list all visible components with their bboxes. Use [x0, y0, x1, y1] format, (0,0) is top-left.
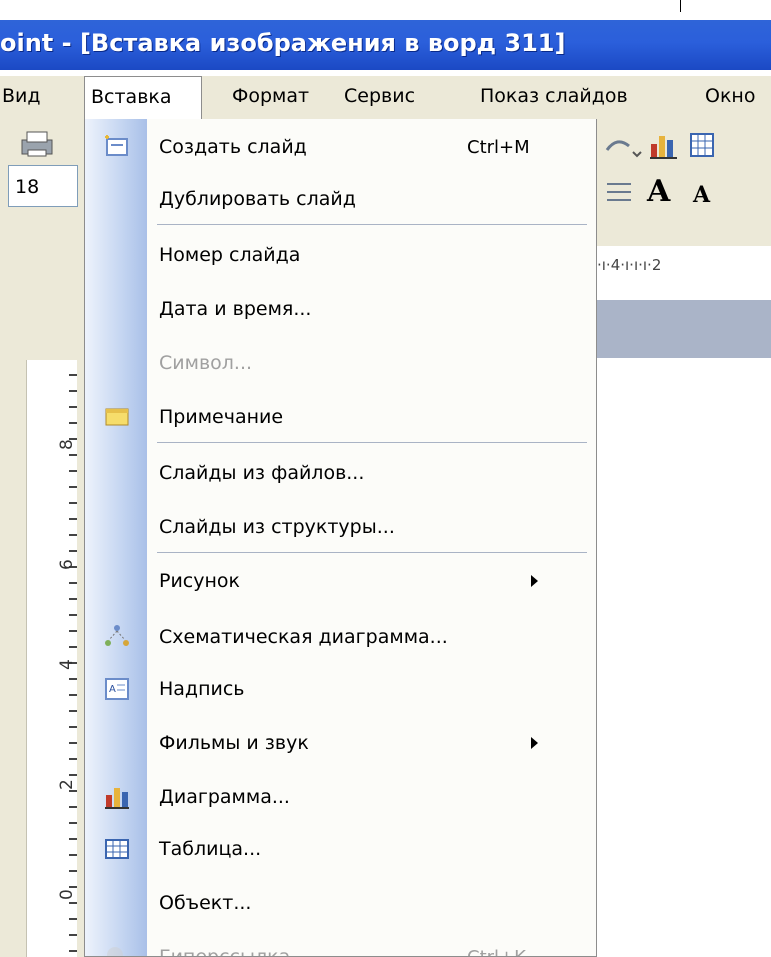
menu-item: Символ... — [85, 335, 596, 391]
menu-item[interactable]: Слайды из файлов... — [85, 445, 596, 501]
menu-item-label: Схематическая диаграмма... — [159, 626, 448, 648]
chart-icon[interactable] — [649, 130, 681, 160]
menu-tools-label: Сервис — [344, 85, 416, 107]
menu-item-label: Диаграмма... — [159, 786, 290, 808]
svg-text:A: A — [109, 684, 116, 695]
menu-item-label: Надпись — [159, 678, 245, 700]
ruler-number: 0 — [57, 889, 77, 900]
menu-separator — [157, 224, 587, 225]
menu-item-label: Номер слайда — [159, 244, 301, 266]
comment-icon — [103, 403, 131, 431]
menu-item-shortcut: Ctrl+K — [467, 946, 526, 957]
submenu-arrow-icon — [531, 575, 538, 587]
menu-format[interactable]: Формат — [232, 76, 309, 116]
menu-item-label: Фильмы и звук — [159, 732, 309, 754]
menu-bar: Вид Вставка Формат Сервис Показ слайдов … — [0, 76, 771, 120]
menu-tools[interactable]: Сервис — [344, 76, 415, 116]
table-icon[interactable] — [689, 132, 715, 158]
menu-item-label: Примечание — [159, 406, 284, 428]
menu-item[interactable]: Схематическая диаграмма... — [85, 609, 596, 665]
slide-area-band — [597, 300, 771, 358]
menu-item[interactable]: Диаграмма... — [85, 769, 596, 825]
menu-item[interactable]: Дата и время... — [85, 281, 596, 337]
insert-menu: Создать слайд Ctrl+M Дублировать слайд Номе… — [84, 119, 597, 957]
increase-font-icon[interactable]: A — [647, 174, 670, 209]
ruler-number: 2 — [57, 779, 77, 790]
menu-slideshow-label: Показ слайдов — [480, 85, 628, 107]
new-slide-icon — [103, 133, 131, 161]
menu-item[interactable]: Примечание — [85, 389, 596, 445]
decrease-font-icon[interactable]: A — [693, 182, 710, 208]
menu-item[interactable]: Рисунок — [85, 553, 596, 609]
chart-icon — [103, 783, 131, 811]
menu-slideshow[interactable]: Показ слайдов — [480, 76, 628, 116]
menu-item-label: Таблица... — [159, 838, 262, 860]
menu-item[interactable]: Дублировать слайд — [85, 171, 596, 227]
menu-item: Гиперссылка... Ctrl+K — [85, 929, 596, 957]
menu-item[interactable]: Создать слайд Ctrl+M — [85, 119, 596, 175]
menu-item-label: Рисунок — [159, 570, 241, 592]
menu-item[interactable]: Номер слайда — [85, 227, 596, 283]
menu-item-label: Символ... — [159, 352, 253, 374]
screen-top — [0, 0, 771, 20]
bullets-icon[interactable] — [603, 178, 633, 208]
menu-insert[interactable]: Вставка — [84, 76, 202, 120]
menu-item-label: Гиперссылка... — [159, 946, 309, 957]
menu-window[interactable]: Окно — [705, 76, 755, 116]
redo-icon[interactable] — [603, 132, 643, 158]
menu-view[interactable]: Вид — [2, 76, 72, 116]
textbox-icon: A — [103, 675, 131, 703]
menu-item-shortcut: Ctrl+M — [467, 136, 530, 158]
diagram-icon — [103, 623, 131, 651]
ruler-number: 4 — [57, 659, 77, 670]
right-toolbar: A A — [597, 120, 771, 246]
menu-item-label: Слайды из файлов... — [159, 462, 365, 484]
text-cursor — [680, 0, 681, 12]
menu-window-label: Окно — [705, 85, 756, 107]
hyperlink-icon — [103, 943, 131, 956]
menu-item[interactable]: Фильмы и звук — [85, 715, 596, 771]
menu-item[interactable]: A Надпись — [85, 661, 596, 717]
ruler-number: 6 — [57, 559, 77, 570]
menu-item[interactable]: Слайды из структуры... — [85, 499, 596, 555]
horizontal-ruler: ·ı·4·ı·ı·ı·2 — [597, 246, 771, 284]
slide-area — [597, 358, 771, 957]
print-icon[interactable] — [18, 128, 56, 160]
vertical-ruler: 8 6 4 2 0 — [26, 360, 77, 957]
menu-item-label: Объект... — [159, 892, 252, 914]
menu-item-label: Создать слайд — [159, 136, 307, 158]
table-icon — [103, 835, 131, 863]
powerpoint-window: oint - [Вставка изображения в ворд 311] … — [0, 0, 771, 957]
title-bar: oint - [Вставка изображения в ворд 311] — [0, 20, 771, 70]
ruler-number: 8 — [57, 439, 77, 450]
submenu-arrow-icon — [531, 737, 538, 749]
menu-separator — [157, 442, 587, 443]
window-title: oint - [Вставка изображения в ворд 311] — [0, 29, 566, 57]
menu-item-label: Слайды из структуры... — [159, 516, 395, 538]
menu-view-label: Вид — [2, 85, 41, 107]
menu-item-label: Дублировать слайд — [159, 188, 356, 210]
menu-item-label: Дата и время... — [159, 298, 312, 320]
menu-item[interactable]: Таблица... — [85, 821, 596, 877]
menu-format-label: Формат — [232, 85, 310, 107]
font-size-field[interactable]: 18 — [8, 165, 78, 207]
menu-insert-label: Вставка — [91, 86, 172, 108]
menu-item[interactable]: Объект... — [85, 875, 596, 931]
